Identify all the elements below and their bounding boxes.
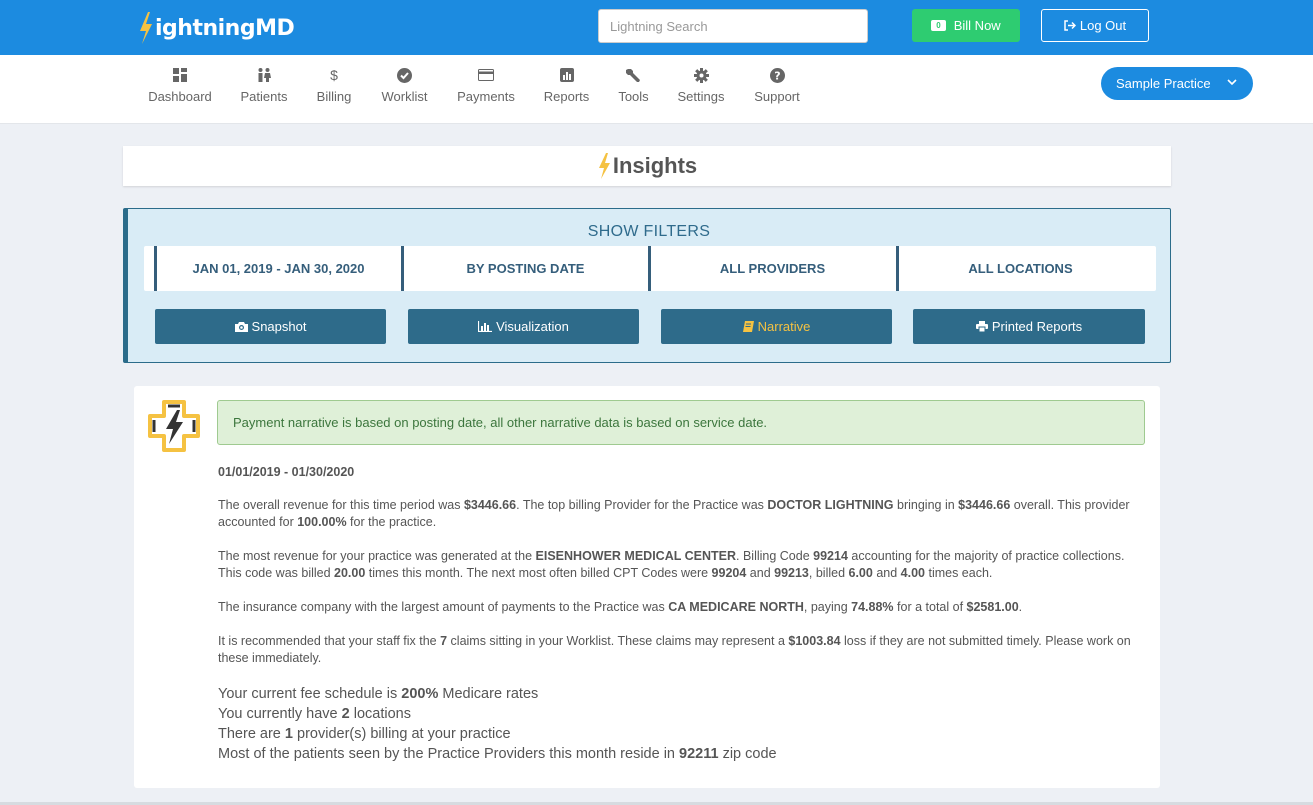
- lightning-bolt-icon: [598, 153, 610, 179]
- practice-selector[interactable]: Sample Practice: [1101, 67, 1253, 100]
- providers-stat: There are 1 provider(s) billing at your …: [218, 726, 511, 742]
- nav-label: Payments: [457, 89, 515, 104]
- bar-chart-icon: [559, 67, 575, 83]
- lightning-cross-logo-icon: [148, 400, 200, 452]
- logout-icon: [1064, 20, 1076, 31]
- bill-now-button[interactable]: 0 Bill Now: [912, 9, 1020, 42]
- visualization-button[interactable]: Visualization: [408, 309, 639, 344]
- nav-label: Support: [754, 89, 800, 104]
- locations-stat: You currently have 2 locations: [218, 706, 411, 722]
- nav-label: Settings: [677, 89, 725, 104]
- narrative-date-range: 01/01/2019 - 01/30/2020: [218, 465, 355, 479]
- nav-tools[interactable]: Tools: [617, 67, 650, 111]
- fee-schedule-stat: Your current fee schedule is 200% Medica…: [218, 686, 539, 702]
- narrative-location-paragraph: The most revenue for your practice was g…: [218, 549, 1125, 580]
- dashboard-icon: [172, 67, 188, 83]
- nav-payments[interactable]: Payments: [456, 67, 516, 111]
- nav-patients[interactable]: Patients: [240, 67, 288, 111]
- patients-icon: [256, 67, 272, 83]
- narrative-worklist-paragraph: It is recommended that your staff fix th…: [218, 634, 1131, 665]
- filter-providers[interactable]: ALL PROVIDERS: [648, 246, 894, 291]
- wrench-icon: [625, 67, 642, 83]
- insights-header: Insights: [123, 146, 1171, 186]
- nav-label: Tools: [618, 89, 649, 104]
- nav-support[interactable]: ? Support: [753, 67, 801, 111]
- nav-label: Worklist: [381, 89, 428, 104]
- practice-label: Sample Practice: [1116, 76, 1211, 91]
- nav-label: Dashboard: [148, 89, 212, 104]
- show-filters-toggle[interactable]: SHOW FILTERS: [128, 223, 1170, 241]
- zip-code-stat: Most of the patients seen by the Practic…: [218, 746, 777, 762]
- printed-reports-label: Printed Reports: [991, 319, 1083, 334]
- nav-reports[interactable]: Reports: [543, 67, 590, 111]
- narrative-insurance-paragraph: The insurance company with the largest a…: [218, 600, 1023, 614]
- snapshot-label: Snapshot: [251, 319, 307, 334]
- logout-label: Log Out: [1079, 18, 1127, 33]
- nav-label: Reports: [543, 89, 590, 104]
- book-icon: [742, 321, 754, 332]
- filters-panel: SHOW FILTERS JAN 01, 2019 - JAN 30, 2020…: [123, 208, 1171, 363]
- gear-icon: [693, 67, 709, 83]
- snapshot-button[interactable]: Snapshot: [155, 309, 386, 344]
- logout-button[interactable]: Log Out: [1041, 9, 1149, 42]
- chevron-down-icon: [1227, 79, 1237, 86]
- narrative-button[interactable]: Narrative: [661, 309, 892, 344]
- bar-chart-icon: [478, 321, 493, 332]
- narrative-card: Payment narrative is based on posting da…: [134, 386, 1160, 788]
- app-logo[interactable]: ightningMD: [138, 10, 295, 46]
- check-circle-icon: [397, 67, 413, 83]
- svg-text:?: ?: [774, 69, 780, 82]
- printed-reports-button[interactable]: Printed Reports: [913, 309, 1145, 344]
- bill-count-badge: 0: [931, 20, 946, 31]
- print-icon: [975, 321, 988, 332]
- dollar-icon: $: [330, 67, 338, 83]
- lightning-logo-icon: [140, 12, 152, 44]
- credit-card-icon: [478, 67, 494, 83]
- top-bar: ightningMD 0 Bill Now Log Out: [0, 0, 1313, 55]
- bill-now-label: Bill Now: [953, 18, 1001, 33]
- page-title: Insights: [612, 153, 698, 178]
- visualization-label: Visualization: [496, 319, 569, 334]
- narrative-info-alert: Payment narrative is based on posting da…: [217, 400, 1145, 445]
- nav-label: Patients: [240, 89, 288, 104]
- narrative-label: Narrative: [757, 319, 811, 334]
- narrative-revenue-paragraph: The overall revenue for this time period…: [218, 498, 1130, 529]
- nav-worklist[interactable]: Worklist: [380, 67, 429, 111]
- filter-locations[interactable]: ALL LOCATIONS: [896, 246, 1142, 291]
- search-input[interactable]: [598, 9, 868, 43]
- nav-dashboard[interactable]: Dashboard: [148, 67, 212, 111]
- nav-settings[interactable]: Settings: [677, 67, 725, 111]
- logo-text: ightningMD: [155, 15, 295, 41]
- nav-label: Billing: [316, 89, 352, 104]
- filter-summary-row: JAN 01, 2019 - JAN 30, 2020 BY POSTING D…: [144, 246, 1156, 291]
- filter-date-range[interactable]: JAN 01, 2019 - JAN 30, 2020: [154, 246, 400, 291]
- question-circle-icon: ?: [769, 67, 785, 83]
- nav-billing[interactable]: $ Billing: [315, 67, 353, 111]
- camera-icon: [234, 322, 248, 332]
- filter-date-basis[interactable]: BY POSTING DATE: [401, 246, 647, 291]
